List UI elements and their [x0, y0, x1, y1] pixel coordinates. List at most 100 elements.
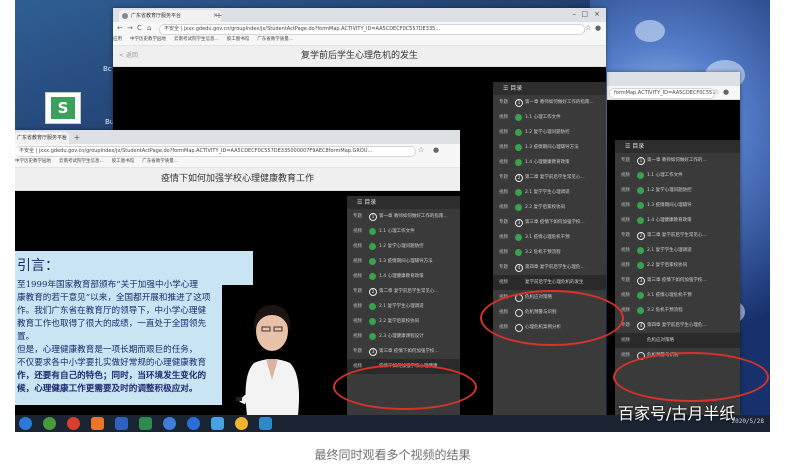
catalog-chapter[interactable]: 专题 2 第二章 复学前后学生常见心...	[493, 170, 606, 185]
new-tab-button[interactable]: +	[215, 12, 223, 20]
page-header: < 返回 复学前后学生心理危机的发生	[113, 46, 606, 67]
start-icon[interactable]	[19, 417, 32, 430]
word-icon[interactable]	[115, 417, 128, 430]
browser-tab[interactable]: 广东省教育厅服务平台 ×	[119, 10, 221, 22]
new-tab-button[interactable]: +	[73, 134, 81, 142]
progress-circle-icon: 4	[515, 264, 523, 272]
star-icon[interactable]: ☆	[418, 146, 424, 154]
bookmark-link[interactable]: 胶工图书馆	[227, 37, 250, 42]
catalog-item[interactable]: 视频 2.3 心理健康课程设计	[347, 329, 460, 344]
qq-icon[interactable]	[187, 417, 200, 430]
catalog-item[interactable]: 视频 2.2 复学后家校协同	[615, 258, 740, 273]
bookmark-link[interactable]: 广东省教学质量...	[257, 37, 293, 42]
bookmark-link[interactable]: 胶工图书馆	[112, 159, 135, 164]
account-icon[interactable]: ●	[723, 88, 729, 96]
catalog-item[interactable]: 视频 2.1 复学学生心理调适	[493, 185, 606, 200]
catalog-item[interactable]: 视频 2.1 复学学生心理调适	[615, 243, 740, 258]
catalog-chapter[interactable]: 专题 3 第三章 疫情下如何加强学校...	[493, 215, 606, 230]
catalog-item[interactable]: 视频 2.2 复学后家校协同	[493, 200, 606, 215]
chrome-icon[interactable]	[67, 417, 80, 430]
catalog-chapter[interactable]: 专题 1 第一章 教师如何做好工作的...	[615, 153, 740, 168]
catalog-item[interactable]: 视频 1.2 复学心理问题防控	[493, 125, 606, 140]
catalog-item[interactable]: 视频 2.1 复学学生心理调适	[347, 299, 460, 314]
catalog-title: ☰ 目录	[347, 196, 460, 209]
url-field[interactable]: 不安全 | jxxx.gdedu.gov.cn/groupIndex/jx/St…	[15, 146, 416, 157]
catalog-chapter[interactable]: 专题 3 第三章 疫情下如何加强学校...	[347, 344, 460, 359]
catalog-item[interactable]: 视频 1.4 心理健康教育政策	[615, 213, 740, 228]
close-window-icon[interactable]: ×	[594, 10, 600, 18]
catalog-item[interactable]: 视频 3.2 危机干预流程	[615, 303, 740, 318]
photoshop-icon[interactable]	[259, 417, 272, 430]
catalog-item[interactable]: 视频 1.1 心理工作文件	[347, 224, 460, 239]
catalog-item[interactable]: 视频 3.1 疫情心理危机干预	[615, 288, 740, 303]
media-icon[interactable]	[235, 417, 248, 430]
catalog-item[interactable]: 视频 1.3 疫情期间心理辅导方法	[347, 254, 460, 269]
desktop-icon-label: Bc	[103, 65, 112, 73]
row-text: 第一章 教师如何做好工作的指南...	[525, 100, 594, 105]
catalog-item[interactable]: 视频 复学前后学生心理危机的发生	[493, 275, 606, 290]
minimize-icon[interactable]: –	[573, 10, 577, 18]
row-label: 视频	[499, 190, 508, 195]
catalog-item[interactable]: 视频 1.2 复学心理问题防控	[347, 239, 460, 254]
progress-circle-icon: 3	[515, 219, 523, 227]
catalog-item[interactable]: 视频 2.2 复学后家校协同	[347, 314, 460, 329]
completed-icon	[637, 307, 644, 314]
completed-icon	[369, 243, 376, 250]
app-icon[interactable]	[91, 417, 104, 430]
forward-icon[interactable]: →	[127, 24, 133, 32]
account-icon[interactable]: ●	[595, 24, 601, 32]
image-caption: 最终同时观看多个视频的结果	[314, 448, 471, 462]
catalog-chapter[interactable]: 专题 4 第四章 复学前后学生心理危...	[493, 260, 606, 275]
star-icon[interactable]: ☆	[585, 24, 591, 32]
row-text: 3.2 危机干预流程	[525, 250, 561, 255]
browser-tab[interactable]: 广东省教育厅服务平台 ×	[15, 132, 69, 144]
catalog-chapter[interactable]: 专题 2 第二章 复学前后学生常见心...	[615, 228, 740, 243]
bookmark-link[interactable]: 广东省教学质量...	[142, 159, 178, 164]
row-text: 3.1 疫情心理危机干预	[647, 293, 692, 298]
url-field[interactable]: 不安全 | jxxx.gdedu.gov.cn/groupIndex/jx/St…	[159, 24, 585, 35]
excel-icon[interactable]	[139, 417, 152, 430]
catalog-chapter[interactable]: 专题 3 第三章 疫情下如何加强学校...	[615, 273, 740, 288]
catalog-chapter[interactable]: 专题 1 第一章 教师如何做好工作的指南...	[347, 209, 460, 224]
star-icon[interactable]: ☆	[713, 88, 719, 96]
address-bar[interactable]: formMap.ACTIVITY_ID=AA5CDECF0C557DE33500…	[607, 86, 740, 100]
catalog-item[interactable]: 视频 3.2 危机干预流程	[493, 245, 606, 260]
browser-icon[interactable]	[43, 417, 56, 430]
catalog-item[interactable]: 视频 危机应对策略	[615, 333, 740, 348]
catalog-item[interactable]: 视频 1.3 疫情期间心理辅导方法	[493, 140, 606, 155]
catalog-item[interactable]: 视频 1.2 复学心理问题防控	[615, 183, 740, 198]
row-label: 视频	[621, 218, 630, 223]
ie-icon[interactable]	[163, 417, 176, 430]
catalog-item[interactable]: 视频 1.1 心理工作文件	[615, 168, 740, 183]
bookmark-link[interactable]: 中学历史教学园地	[130, 37, 166, 42]
catalog-item[interactable]: 视频 1.4 心理健康教育政策	[347, 269, 460, 284]
catalog-chapter[interactable]: 专题 4 第四章 复学前后学生心理危...	[615, 318, 740, 333]
catalog-item[interactable]: 视频 1.4 心理健康教育政策	[493, 155, 606, 170]
slide-text-line: 作，还要有自己的特色；同时，当环境发生变化的	[17, 371, 207, 381]
bookmark-link[interactable]: 云南考试院学生信息...	[174, 37, 219, 42]
back-button[interactable]: < 返回	[119, 51, 138, 61]
catalog-item[interactable]: 视频 1.1 心理工作文件	[493, 110, 606, 125]
close-tab-icon[interactable]: ×	[61, 132, 66, 144]
account-icon[interactable]: ●	[433, 146, 439, 154]
row-text: 1.2 复学心理问题防控	[379, 244, 424, 249]
catalog-chapter[interactable]: 专题 2 第二章 复学前后学生常见心...	[347, 284, 460, 299]
catalog-item[interactable]: 视频 3.1 疫情心理危机干预	[493, 230, 606, 245]
reload-icon[interactable]: C	[137, 24, 142, 32]
desktop-app-icon[interactable]: S	[45, 92, 81, 124]
home-icon[interactable]: ⌂	[147, 24, 151, 32]
bookmark-link[interactable]: 云南考试院学生信息...	[59, 159, 104, 164]
row-label: 视频	[621, 338, 630, 343]
catalog-chapter[interactable]: 专题 1 第一章 教师如何做好工作的指南...	[493, 95, 606, 110]
row-text: 第三章 疫情下如何加强学校...	[647, 278, 707, 283]
folder-icon[interactable]	[211, 417, 224, 430]
catalog-item[interactable]: 视频 1.3 疫情期间心理辅导	[615, 198, 740, 213]
bookmark-link[interactable]: 中学历史教学园地	[15, 159, 51, 164]
back-icon[interactable]: ←	[117, 24, 123, 32]
bookmark-link[interactable]: 应用	[113, 37, 122, 42]
catalog-list: 专题 1 第一章 教师如何做好工作的指南... 视频 1.1 心理工作文件 视频 1.2 复…	[347, 209, 460, 374]
maximize-icon[interactable]: □	[581, 10, 588, 18]
url-field[interactable]: formMap.ACTIVITY_ID=AA5CDECF0C557DE33500…	[609, 88, 715, 99]
progress-circle-icon	[515, 279, 522, 286]
row-label: 视频	[353, 304, 362, 309]
